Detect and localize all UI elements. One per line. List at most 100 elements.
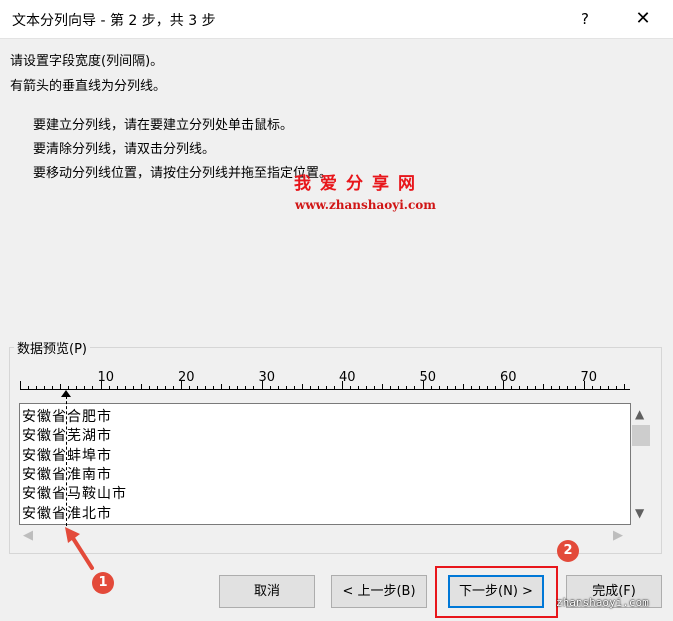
annotation-badge-2: 2 [557, 540, 579, 562]
ruler-tick [84, 386, 86, 389]
ruler-tick [559, 386, 561, 389]
ruler-tick [213, 386, 215, 389]
ruler-tick [519, 386, 521, 389]
ruler-tick [430, 386, 432, 389]
ruler-number: 20 [178, 370, 195, 385]
ruler-tick [277, 386, 279, 389]
help-button[interactable]: ? [562, 0, 608, 38]
ruler-tick [382, 384, 384, 389]
ruler-tick [414, 386, 416, 389]
window-title: 文本分列向导 - 第 2 步，共 3 步 [12, 13, 216, 29]
ruler-tick [20, 381, 21, 389]
ruler-tick [543, 384, 545, 389]
ruler-tick [406, 386, 408, 389]
ruler-tick [567, 386, 569, 389]
ruler-number: 50 [419, 370, 437, 385]
ruler-tick [551, 386, 553, 389]
ruler-tick [285, 386, 287, 389]
ruler-tick [454, 386, 456, 389]
ruler-tick [253, 386, 255, 389]
close-button[interactable]: ✕ [620, 0, 666, 38]
preview-row: 安徽省马鞍山市 [22, 486, 127, 503]
ruler-tick [623, 384, 625, 389]
instruction-line-1: 请设置字段宽度(列间隔)。 [10, 54, 164, 69]
ruler-tick [486, 386, 488, 389]
ruler-tick [470, 386, 472, 389]
ruler-tick [607, 386, 609, 389]
column-break-line[interactable] [66, 396, 67, 526]
ruler-tick [68, 386, 70, 389]
preview-row: 安徽省合肥市 [22, 409, 112, 425]
scroll-down-icon[interactable]: ▼ [635, 506, 644, 520]
vertical-scrollbar[interactable]: ▲ ▼ [631, 403, 651, 525]
scroll-up-icon[interactable]: ▲ [635, 407, 644, 421]
ruler-tick [494, 386, 496, 389]
data-preview-label: 数据预览(P) [14, 338, 90, 357]
ruler-tick [591, 386, 593, 389]
ruler-tick [309, 386, 311, 389]
ruler-tick [358, 386, 360, 389]
ruler-tick [44, 386, 46, 389]
ruler-tick [116, 386, 118, 389]
ruler-tick [599, 386, 601, 389]
preview-row: 安徽省淮北市 [22, 505, 112, 522]
ruler-tick [293, 386, 295, 389]
instruction-line-2: 有箭头的垂直线为分列线。 [10, 79, 167, 94]
tip-create: 要建立分列线，请在要建立分列处单击鼠标。 [33, 118, 294, 133]
ruler-tick [197, 386, 199, 389]
ruler-tick [237, 386, 239, 389]
ruler-tick [60, 384, 62, 389]
column-ruler[interactable]: 10 20 30 40 50 60 70 [20, 370, 632, 402]
cancel-button[interactable]: 取消 [219, 575, 315, 608]
ruler-number: 60 [500, 370, 517, 385]
ruler-number: 40 [339, 370, 356, 385]
ruler-tick [478, 386, 480, 389]
ruler-tick [317, 386, 319, 389]
ruler-tick [301, 384, 303, 389]
ruler-tick [205, 386, 207, 389]
scroll-left-icon[interactable]: ◀ [23, 528, 33, 543]
ruler-tick [92, 386, 94, 389]
ruler-tick [535, 386, 537, 389]
ruler-tick [350, 386, 352, 389]
tip-move: 要移动分列线位置，请按住分列线并拖至指定位置。 [33, 166, 333, 181]
scroll-right-icon[interactable]: ▶ [613, 528, 623, 543]
annotation-arrow-icon [65, 527, 94, 570]
ruler-number: 30 [258, 370, 276, 385]
ruler-tick [148, 386, 150, 389]
ruler-tick [366, 386, 368, 389]
tip-clear: 要清除分列线，请双击分列线。 [33, 142, 216, 157]
back-button[interactable]: < 上一步(B) [331, 575, 427, 608]
ruler-tick [527, 386, 529, 389]
preview-row: 安徽省蚌埠市 [22, 447, 112, 464]
ruler-tick [398, 386, 400, 389]
next-button-highlight [435, 566, 558, 618]
title-bar: 文本分列向导 - 第 2 步，共 3 步 ? ✕ [0, 0, 673, 39]
preview-area[interactable]: 安徽省合肥市 安徽省芜湖市 安徽省蚌埠市 安徽省淮南市 安徽省马鞍山市 安徽省淮北市 [19, 403, 631, 525]
watermark-corner: zhanshaoyi.com [556, 596, 649, 609]
ruler-tick [140, 384, 142, 389]
ruler-tick [374, 386, 376, 389]
annotation-badge-1: 1 [92, 572, 114, 594]
preview-row: 安徽省芜湖市 [22, 428, 112, 445]
ruler-tick [221, 384, 223, 389]
ruler-tick [438, 386, 440, 389]
ruler-tick [108, 386, 110, 389]
ruler-tick [446, 386, 448, 389]
ruler-tick [52, 386, 54, 389]
ruler-tick [462, 384, 464, 389]
ruler-tick [76, 386, 78, 389]
preview-row: 安徽省淮南市 [22, 466, 112, 483]
ruler-tick [245, 386, 247, 389]
watermark-logo-text: 我爱分享网 [294, 174, 424, 194]
watermark-url: www.zhanshaoyi.com [295, 198, 436, 212]
ruler-tick [36, 386, 38, 389]
horizontal-scrollbar[interactable]: ◀ ▶ [19, 526, 631, 546]
ruler-tick [164, 386, 166, 389]
ruler-tick [390, 386, 392, 389]
ruler-tick [511, 386, 513, 389]
ruler-tick [132, 386, 134, 389]
ruler-tick [156, 386, 158, 389]
scroll-thumb[interactable] [632, 425, 650, 446]
ruler-tick [333, 386, 335, 389]
